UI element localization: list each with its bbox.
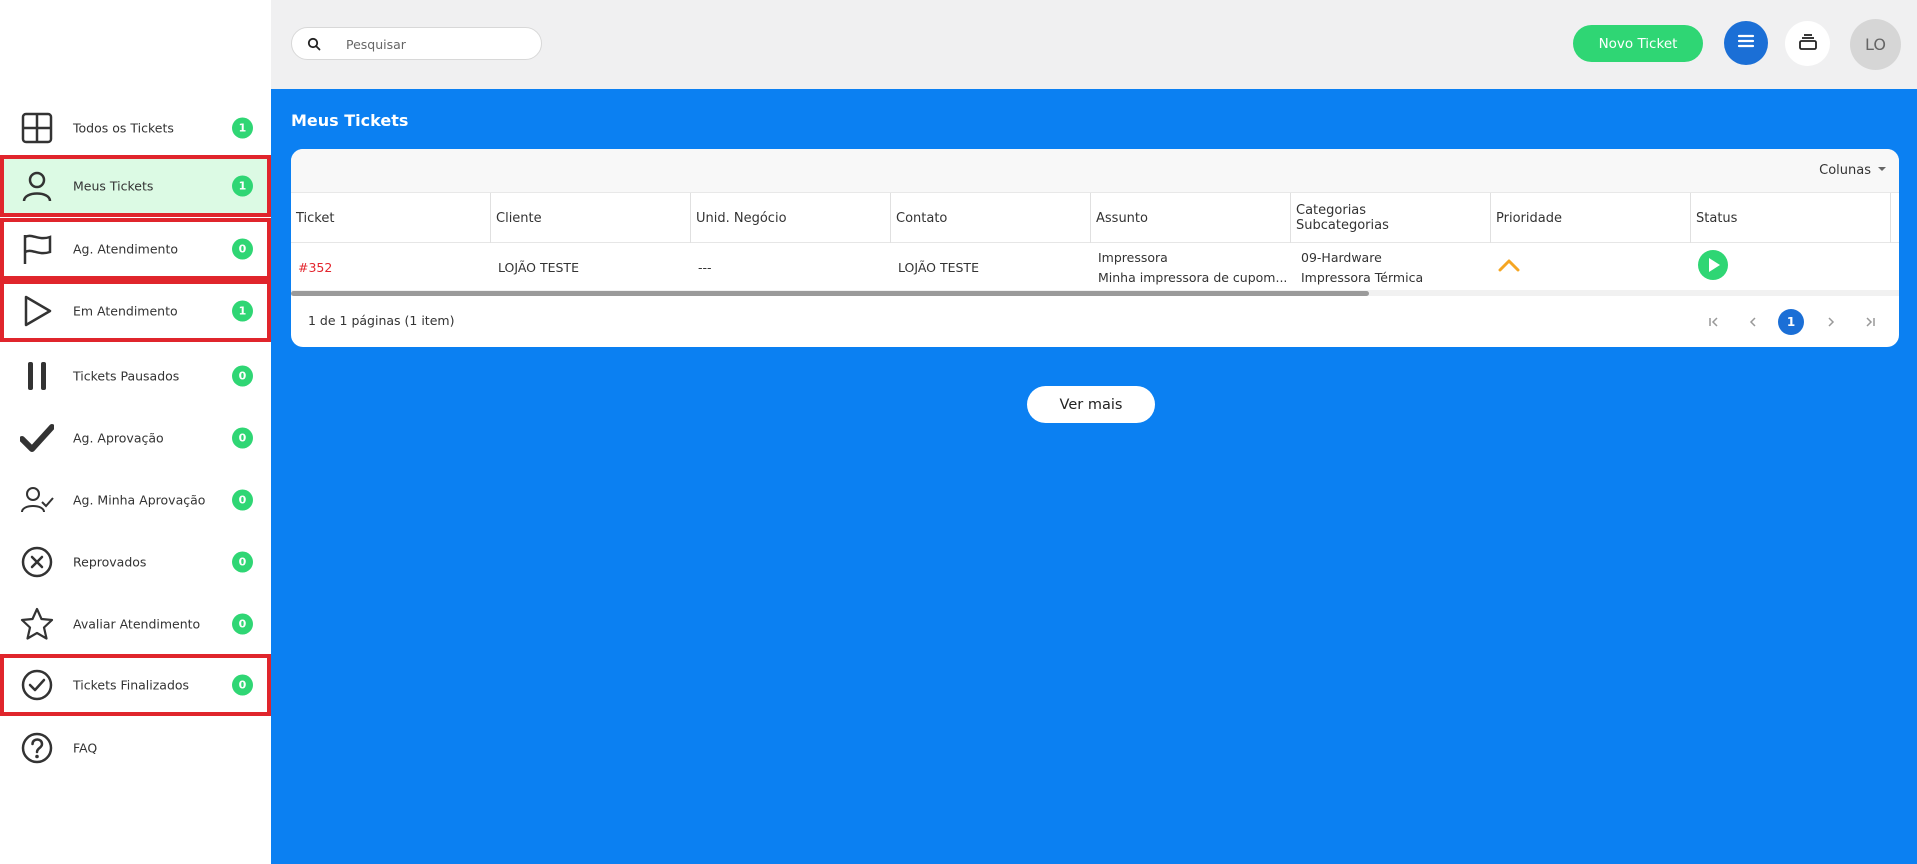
sidebar-item-meus-tickets[interactable]: Meus Tickets 1 bbox=[0, 155, 271, 217]
cell-assunto: Impressora Minha impressora de cupom... bbox=[1098, 249, 1288, 285]
columns-button[interactable]: Colunas bbox=[1819, 163, 1887, 178]
sidebar-item-faq[interactable]: FAQ bbox=[0, 717, 271, 779]
count-badge: 0 bbox=[232, 427, 253, 449]
table-header: Ticket Cliente Unid. Negócio Contato Ass… bbox=[291, 193, 1899, 243]
next-page-button[interactable] bbox=[1818, 309, 1844, 335]
search-box[interactable] bbox=[291, 27, 542, 60]
sidebar-item-label: Tickets Pausados bbox=[73, 368, 180, 384]
menu-button[interactable] bbox=[1724, 21, 1768, 65]
star-icon bbox=[20, 607, 54, 641]
cell-prioridade bbox=[1491, 244, 1691, 291]
column-header-cliente[interactable]: Cliente bbox=[491, 193, 691, 243]
sidebar-item-label: Reprovados bbox=[73, 554, 147, 570]
sidebar-item-label: Todos os Tickets bbox=[73, 120, 174, 136]
column-header-status[interactable]: Status bbox=[1691, 193, 1891, 243]
header: Novo Ticket LO bbox=[271, 0, 1917, 89]
page-title: Meus Tickets bbox=[291, 111, 409, 130]
column-header-unid-negocio[interactable]: Unid. Negócio bbox=[691, 193, 891, 243]
cell-cliente: LOJÃO TESTE bbox=[498, 259, 579, 275]
sidebar-item-ag-minha-aprovacao[interactable]: Ag. Minha Aprovação 0 bbox=[0, 469, 271, 531]
count-badge: 1 bbox=[232, 300, 253, 322]
ver-mais-button[interactable]: Ver mais bbox=[1027, 386, 1155, 423]
chevron-left-icon bbox=[1749, 317, 1756, 327]
sidebar-item-label: Tickets Finalizados bbox=[73, 677, 190, 693]
sidebar-item-label: Meus Tickets bbox=[73, 178, 154, 194]
last-page-icon bbox=[1866, 317, 1875, 327]
last-page-button[interactable] bbox=[1857, 309, 1883, 335]
column-header-assunto[interactable]: Assunto bbox=[1091, 193, 1291, 243]
horizontal-scrollbar[interactable] bbox=[291, 290, 1899, 296]
pagination-info: 1 de 1 páginas (1 item) bbox=[308, 313, 455, 328]
first-page-icon bbox=[1709, 317, 1718, 327]
page-number-button[interactable]: 1 bbox=[1778, 309, 1804, 335]
priority-chevron-up-icon bbox=[1498, 258, 1691, 278]
sidebar-item-ag-aprovacao[interactable]: Ag. Aprovação 0 bbox=[0, 407, 271, 469]
pause-icon bbox=[20, 359, 54, 393]
count-badge: 0 bbox=[232, 613, 253, 635]
layers-button[interactable] bbox=[1785, 21, 1830, 66]
columns-label: Colunas bbox=[1819, 163, 1871, 178]
flag-icon bbox=[20, 232, 54, 266]
count-badge: 0 bbox=[232, 489, 253, 511]
user-check-icon bbox=[20, 483, 54, 517]
caret-down-icon bbox=[1877, 163, 1887, 178]
count-badge: 0 bbox=[232, 551, 253, 573]
count-badge: 0 bbox=[232, 365, 253, 387]
cell-status bbox=[1691, 244, 1891, 291]
check-icon bbox=[20, 421, 54, 455]
column-header-prioridade[interactable]: Prioridade bbox=[1491, 193, 1691, 243]
main-content: Meus Tickets Colunas Ticket Cliente Unid… bbox=[271, 89, 1917, 864]
sidebar-item-label: Avaliar Atendimento bbox=[73, 616, 201, 632]
sidebar-item-ag-atendimento[interactable]: Ag. Atendimento 0 bbox=[0, 218, 271, 280]
prev-page-button[interactable] bbox=[1740, 309, 1766, 335]
table-row[interactable]: #352 LOJÃO TESTE --- LOJÃO TESTE Impress… bbox=[291, 244, 1899, 291]
count-badge: 1 bbox=[232, 117, 253, 139]
search-icon bbox=[306, 36, 322, 52]
count-badge: 1 bbox=[232, 175, 253, 197]
ticket-link[interactable]: #352 bbox=[291, 244, 491, 291]
check-circle-icon bbox=[20, 668, 54, 702]
cell-unid-negocio: --- bbox=[698, 259, 712, 275]
hamburger-icon bbox=[1736, 31, 1756, 55]
layers-icon bbox=[1798, 32, 1818, 56]
sidebar: Todos os Tickets 1 Meus Tickets 1 Ag. At… bbox=[0, 0, 271, 864]
x-circle-icon bbox=[20, 545, 54, 579]
sidebar-item-label: Ag. Aprovação bbox=[73, 430, 164, 446]
play-icon bbox=[20, 294, 54, 328]
sidebar-item-reprovados[interactable]: Reprovados 0 bbox=[0, 531, 271, 593]
sidebar-item-label: Ag. Atendimento bbox=[73, 241, 179, 257]
search-input[interactable] bbox=[346, 34, 526, 54]
count-badge: 0 bbox=[232, 238, 253, 260]
count-badge: 0 bbox=[232, 674, 253, 696]
sidebar-item-label: Em Atendimento bbox=[73, 303, 178, 319]
chevron-right-icon bbox=[1828, 317, 1835, 327]
sidebar-item-label: FAQ bbox=[73, 740, 98, 756]
sidebar-item-label: Ag. Minha Aprovação bbox=[73, 492, 206, 508]
column-header-contato[interactable]: Contato bbox=[891, 193, 1091, 243]
sidebar-item-tickets-pausados[interactable]: Tickets Pausados 0 bbox=[0, 345, 271, 407]
grid-icon bbox=[20, 111, 54, 145]
user-icon bbox=[20, 169, 54, 203]
sidebar-item-todos-os-tickets[interactable]: Todos os Tickets 1 bbox=[0, 97, 271, 159]
sidebar-item-tickets-finalizados[interactable]: Tickets Finalizados 0 bbox=[0, 654, 271, 716]
question-circle-icon bbox=[20, 731, 54, 765]
first-page-button[interactable] bbox=[1701, 309, 1727, 335]
table-toolbar: Colunas bbox=[291, 149, 1899, 193]
column-header-categorias[interactable]: Categorias Subcategorias bbox=[1291, 193, 1491, 243]
new-ticket-button[interactable]: Novo Ticket bbox=[1573, 25, 1703, 62]
avatar[interactable]: LO bbox=[1850, 19, 1901, 70]
status-play-circle-icon[interactable] bbox=[1698, 249, 1891, 286]
tickets-table-card: Colunas Ticket Cliente Unid. Negócio Con… bbox=[291, 149, 1899, 347]
sidebar-item-avaliar-atendimento[interactable]: Avaliar Atendimento 0 bbox=[0, 593, 271, 655]
sidebar-item-em-atendimento[interactable]: Em Atendimento 1 bbox=[0, 280, 271, 342]
cell-contato: LOJÃO TESTE bbox=[898, 259, 979, 275]
column-header-ticket[interactable]: Ticket bbox=[291, 193, 491, 243]
cell-categorias: 09-Hardware Impressora Térmica bbox=[1301, 249, 1424, 285]
scrollbar-thumb[interactable] bbox=[291, 291, 1369, 296]
